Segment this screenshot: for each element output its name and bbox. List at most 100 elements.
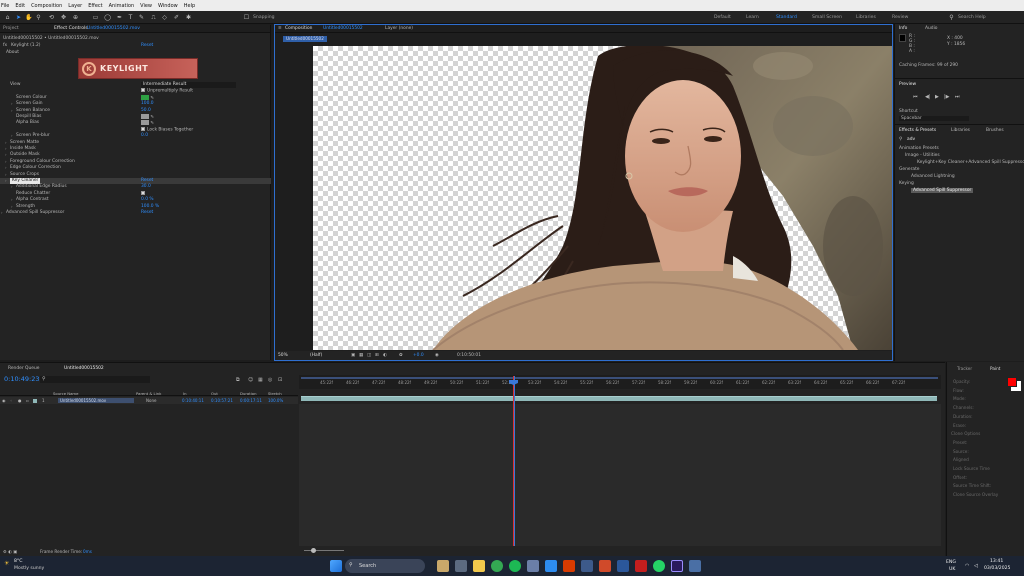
layer-source-name[interactable]: Untitled00015502.mov — [58, 398, 134, 403]
layer-out[interactable]: 0:10:57:21 — [211, 397, 233, 404]
draft-3d-icon[interactable]: ⧉ — [236, 377, 240, 383]
layer-duration-bar[interactable] — [301, 396, 937, 401]
effects-tree-item[interactable]: Generate — [899, 167, 920, 172]
app-icon-3[interactable] — [689, 560, 701, 572]
weather-temp[interactable]: 8°C — [14, 559, 22, 564]
menu-edit[interactable]: Edit — [15, 3, 25, 9]
workspace-libraries[interactable]: Libraries — [856, 15, 876, 20]
powerpoint-icon[interactable] — [563, 560, 575, 572]
menu-composition[interactable]: Composition — [31, 3, 62, 9]
workspace-small-screen[interactable]: Small Screen — [812, 15, 842, 20]
eyedropper-icon[interactable]: ✎ — [149, 121, 154, 126]
lightroom-icon[interactable] — [581, 560, 593, 572]
region-of-interest-icon[interactable]: ▣ — [351, 351, 355, 360]
comp-timecode[interactable]: 0:10:50:01 — [457, 351, 481, 360]
effects-tree-item[interactable]: Image - Utilities — [905, 153, 940, 158]
menu-layer[interactable]: Layer — [68, 3, 82, 9]
prev-frame-icon[interactable]: ◀| — [925, 94, 931, 100]
effects-tree-item[interactable]: Advanced Spill Suppressor — [911, 188, 974, 193]
effects-tree-item[interactable]: Animation Presets — [899, 146, 939, 151]
edge-icon[interactable] — [545, 560, 557, 572]
paint-option-label[interactable]: Offset: — [953, 475, 967, 480]
taskbar-search-box[interactable]: ⚲ Search — [345, 559, 425, 573]
menu-file[interactable]: File — [1, 3, 9, 9]
paint-option-label[interactable]: Mode: — [953, 396, 966, 401]
tab-tracker[interactable]: Tracker — [957, 366, 972, 371]
tab-layer-none[interactable]: Layer (none) — [385, 26, 413, 31]
brush-tool-icon[interactable]: ✎ — [138, 14, 145, 21]
after-effects-icon[interactable] — [671, 560, 683, 572]
first-frame-icon[interactable]: ⏮ — [913, 94, 918, 100]
acrobat-icon[interactable] — [635, 560, 647, 572]
solo-icon[interactable]: ● — [18, 397, 22, 404]
visibility-eye-icon[interactable]: ◉ — [2, 397, 6, 404]
app-icon-1[interactable] — [527, 560, 539, 572]
zoom-slider[interactable] — [304, 550, 344, 551]
channel-icon[interactable]: ◐ — [383, 351, 387, 360]
frame-blending-icon[interactable]: ▦ — [258, 377, 263, 383]
hand-tool-icon[interactable]: ✋ — [25, 14, 32, 21]
clock-time[interactable]: 13:41 — [990, 559, 1003, 564]
search-help-field[interactable]: Search Help — [958, 15, 986, 20]
layer-duration[interactable]: 0:00:17:11 — [240, 397, 262, 404]
motion-blur-icon[interactable]: ◎ — [268, 377, 272, 383]
expand-chevron-icon[interactable]: › — [1, 210, 3, 216]
layer-stretch[interactable]: 100.0% — [268, 397, 283, 404]
label-color-swatch[interactable] — [33, 398, 37, 403]
next-frame-icon[interactable]: |▶ — [944, 94, 950, 100]
input-language[interactable]: ENG — [946, 560, 956, 565]
clone-stamp-tool-icon[interactable]: ⎍ — [150, 14, 157, 21]
paint-option-label[interactable]: Preset: — [953, 440, 967, 445]
footer-switch-icons[interactable]: ⚙ ◐ ▣ — [3, 547, 17, 556]
effects-tree-item[interactable]: Keying — [899, 181, 914, 186]
timeline-tracks[interactable] — [299, 404, 941, 546]
property-value[interactable]: Reset — [141, 210, 153, 216]
workspace-standard[interactable]: Standard — [776, 15, 797, 20]
layer-in[interactable]: 0:10:40:11 — [182, 397, 204, 404]
color-management-icon[interactable]: ✿ — [399, 351, 403, 360]
composition-viewer[interactable] — [313, 46, 892, 350]
resolution-dropdown[interactable]: (Half) — [310, 351, 322, 360]
paint-option-label[interactable]: Aligned — [953, 457, 969, 462]
paint-option-label[interactable]: Clone Source Overlay — [953, 492, 998, 497]
timeline-search-input[interactable]: ⚲ — [40, 376, 150, 383]
word-icon[interactable] — [617, 560, 629, 572]
tab-effect-controls-layer[interactable]: Untitled00015502.mov — [87, 26, 140, 31]
workspace-learn[interactable]: Learn — [746, 15, 759, 20]
tab-composition[interactable]: Composition — [285, 26, 312, 31]
windows-start-icon[interactable] — [330, 560, 342, 572]
effects-tree-item[interactable]: Advanced Lightning — [911, 174, 955, 179]
effects-tree-item[interactable]: Keylight+Key Cleaner+Advanced Spill Supp… — [917, 160, 1024, 165]
paint-option-label[interactable]: Lock Source Time — [953, 466, 990, 471]
effect-name[interactable]: Keylight (1.2) — [11, 43, 41, 48]
eyedropper-icon[interactable]: ✎ — [149, 115, 154, 120]
chrome-icon[interactable] — [491, 560, 503, 572]
ellipse-tool-icon[interactable]: ◯ — [104, 14, 111, 21]
roto-brush-tool-icon[interactable]: ✐ — [173, 14, 180, 21]
comp-menu-icon[interactable]: ≡ — [278, 26, 282, 31]
tab-composition-name[interactable]: Untitled00015502 — [323, 26, 363, 31]
zoom-tool-icon[interactable]: ⚲ — [35, 14, 42, 21]
paint-option-label[interactable]: Flow: — [953, 388, 964, 393]
effect-property-row[interactable]: › Advanced Spill Suppressor Reset — [0, 210, 271, 216]
transparency-grid-icon[interactable]: ▦ — [359, 351, 363, 360]
tab-brushes[interactable]: Brushes — [986, 128, 1004, 133]
paint-option-label[interactable]: Erase: — [953, 423, 966, 428]
effect-reset-button[interactable]: Reset — [141, 43, 153, 48]
play-icon[interactable]: ▶ — [935, 94, 939, 100]
workspace-review[interactable]: Review — [892, 15, 908, 20]
shy-icon[interactable]: ☺ — [248, 377, 253, 383]
whatsapp-icon[interactable] — [653, 560, 665, 572]
zoom-slider-thumb[interactable] — [311, 548, 316, 553]
file-explorer-icon[interactable] — [455, 560, 467, 572]
tab-render-queue[interactable]: Render Queue — [8, 366, 39, 371]
selection-tool-icon[interactable]: ➤ — [15, 14, 22, 21]
checkbox-icon[interactable] — [141, 190, 145, 195]
color-swatch[interactable] — [141, 114, 149, 119]
tab-audio[interactable]: Audio — [925, 26, 937, 31]
menu-help[interactable]: Help — [184, 3, 195, 9]
tab-timeline-comp[interactable]: Untitled00015502 — [64, 366, 104, 371]
orbit-tool-icon[interactable]: ⟲ — [48, 14, 55, 21]
menu-window[interactable]: Window — [158, 3, 178, 9]
spotify-icon[interactable] — [509, 560, 521, 572]
